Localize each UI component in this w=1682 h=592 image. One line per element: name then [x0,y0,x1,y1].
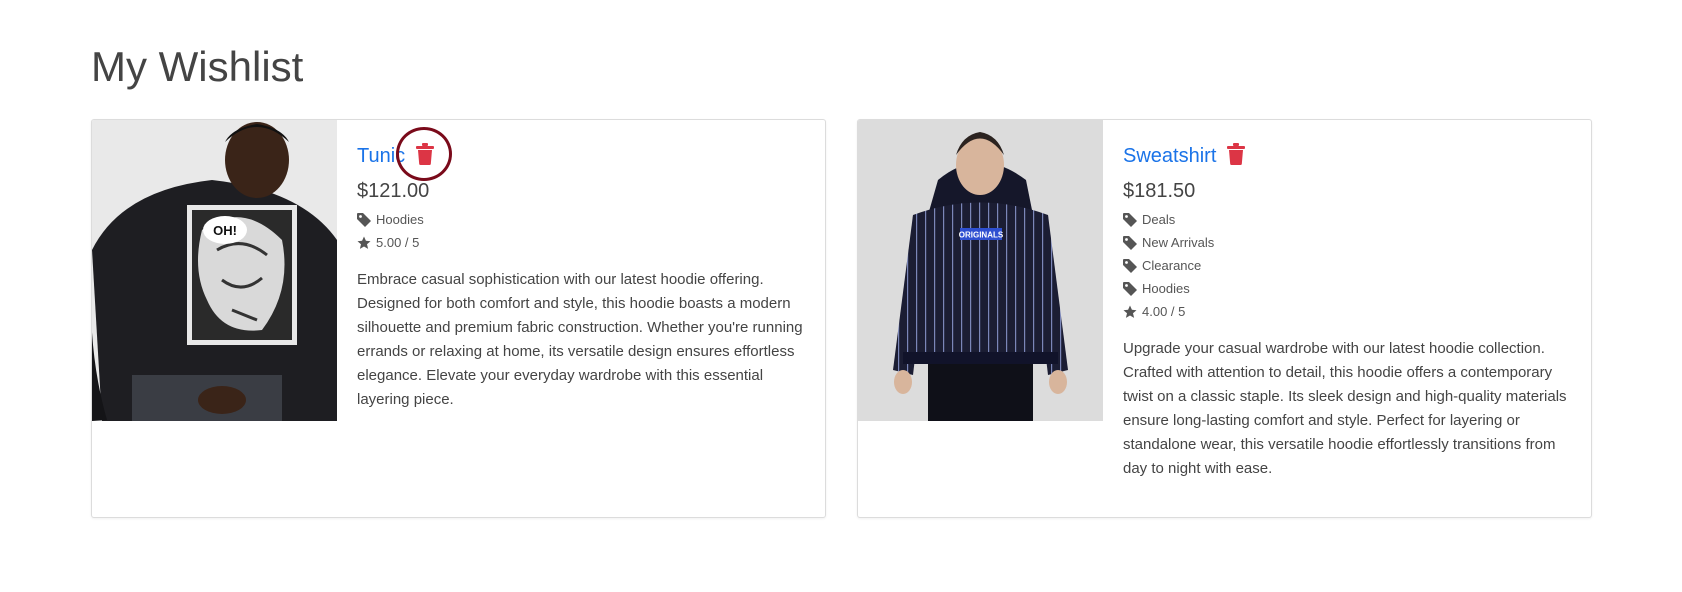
remove-item-button[interactable] [396,127,453,181]
product-name-link[interactable]: Tunic [357,145,405,168]
tag-item[interactable]: Deals [1123,208,1573,231]
print-text-originals: ORIGINALS [959,231,1004,240]
tag-item[interactable]: New Arrivals [1123,231,1573,254]
tag-item[interactable]: Clearance [1123,254,1573,277]
product-image-sweatshirt[interactable]: ORIGINALS [858,120,1103,421]
tag-icon [1123,235,1137,250]
star-icon [1123,305,1137,318]
rating-value: 4.00 / 5 [1142,304,1186,319]
wishlist-card-sweatshirt: ORIGINALS Sweatshirt $181.50 Deals New A… [857,119,1592,518]
remove-item-button[interactable] [1226,143,1248,169]
tag-label: Deals [1142,212,1176,227]
tag-icon [1123,281,1137,296]
tag-icon [1123,258,1137,273]
rating: 4.00 / 5 [1123,300,1573,323]
rating: 5.00 / 5 [357,231,807,254]
tag-label: Hoodies [376,212,424,227]
product-name-link[interactable]: Sweatshirt [1123,145,1216,168]
product-price: $121.00 [357,180,430,202]
tag-icon [1123,212,1137,227]
tag-label: New Arrivals [1142,235,1215,250]
product-description: Embrace casual sophistication with our l… [357,271,803,408]
product-price: $181.50 [1123,180,1196,202]
tag-label: Clearance [1142,258,1202,273]
tag-item[interactable]: Hoodies [357,208,807,231]
tag-icon [357,212,371,227]
tag-item[interactable]: Hoodies [1123,277,1573,300]
product-description: Upgrade your casual wardrobe with our la… [1123,340,1567,477]
star-icon [357,236,371,249]
tag-label: Hoodies [1142,281,1190,296]
product-image-tunic[interactable]: OH! [92,120,337,421]
trash-icon[interactable] [415,143,435,165]
wishlist-card-tunic: OH! Tunic $121.00 Hoodies 5.00 / 5 Embra… [91,119,826,518]
page-title: My Wishlist [91,43,304,90]
print-text-oh: OH! [213,223,237,238]
trash-icon[interactable] [1226,143,1246,165]
rating-value: 5.00 / 5 [376,235,420,250]
